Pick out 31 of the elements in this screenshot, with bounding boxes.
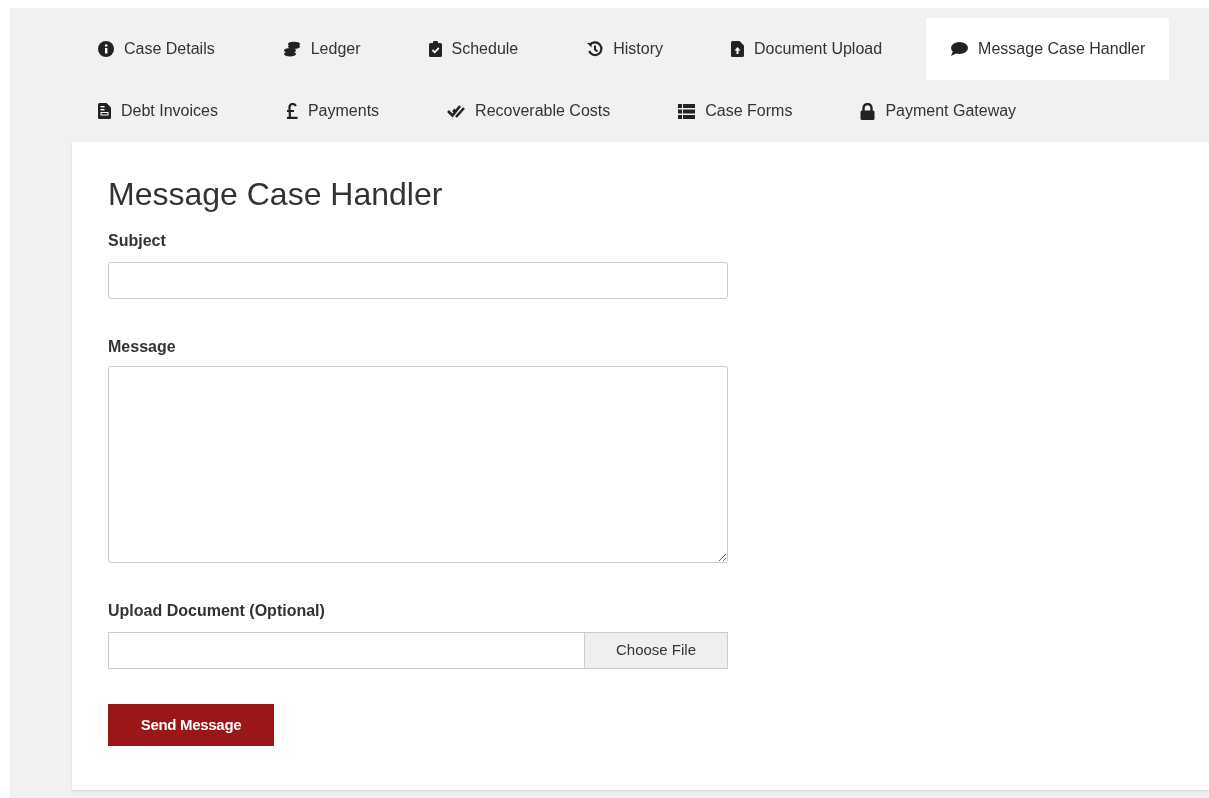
tab[interactable]: History (562, 18, 688, 80)
double-check-icon (447, 103, 466, 119)
clipboard-check-icon (428, 41, 442, 57)
file-input[interactable]: Choose File (108, 632, 728, 669)
field-label: Upload Document (Optional) (108, 601, 325, 621)
tab[interactable]: Document Upload (707, 18, 907, 80)
field-label: Subject (108, 231, 166, 251)
speech-bubble-icon (950, 41, 969, 57)
field-label: Message (108, 337, 176, 357)
invoice-icon (98, 103, 111, 119)
history-icon (586, 41, 604, 57)
list-icon (678, 103, 696, 119)
coins-icon (282, 41, 301, 57)
send-message-button[interactable]: Send Message (108, 704, 274, 746)
lock-icon (860, 102, 876, 120)
tab[interactable]: Message Case Handler (926, 18, 1170, 80)
tab[interactable]: Recoverable Costs (423, 80, 635, 142)
file-upload-icon (731, 41, 745, 57)
pound-icon (285, 103, 298, 119)
tab[interactable]: Debt Invoices (74, 80, 242, 142)
message-textarea[interactable] (108, 366, 728, 563)
tab[interactable]: Ledger (258, 18, 385, 80)
info-icon (98, 41, 114, 57)
subject-input[interactable] (108, 262, 728, 299)
choose-file-button[interactable]: Choose File (584, 633, 727, 668)
page-title: Message Case Handler (108, 175, 443, 214)
tab[interactable]: Case Forms (654, 80, 817, 142)
tab[interactable]: Schedule (404, 18, 543, 80)
tab[interactable]: Payments (261, 80, 404, 142)
tab[interactable]: Payment Gateway (836, 80, 1041, 142)
tab[interactable]: Case Details (74, 18, 239, 80)
